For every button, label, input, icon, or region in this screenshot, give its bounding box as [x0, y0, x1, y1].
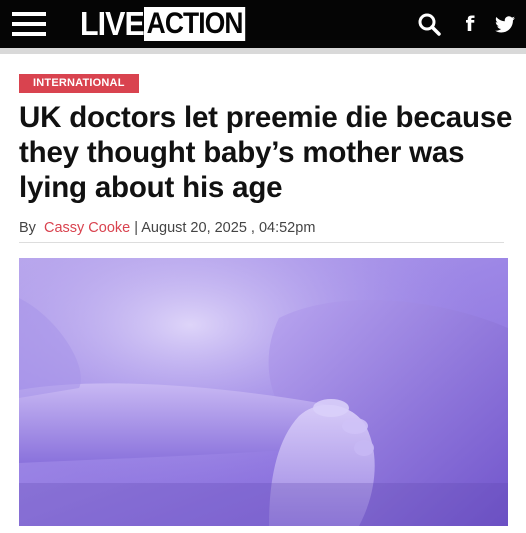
article-title: UK doctors let preemie die because they …	[19, 101, 513, 204]
twitter-icon[interactable]	[493, 10, 517, 38]
byline-divider	[19, 242, 504, 243]
publish-date: August 20, 2025 , 04:52pm	[141, 220, 316, 236]
category-tag[interactable]: INTERNATIONAL	[19, 74, 139, 93]
header-divider	[0, 48, 526, 54]
byline-prefix: By	[19, 220, 36, 236]
logo-live-text: LIVE	[80, 5, 145, 42]
logo-action-text: ACTION	[144, 7, 246, 41]
top-navigation-bar: LIVE ACTION f	[0, 0, 526, 48]
byline: By Cassy Cooke | August 20, 2025 , 04:52…	[19, 218, 315, 238]
facebook-icon[interactable]: f	[460, 10, 480, 38]
hamburger-icon[interactable]	[12, 12, 46, 36]
author-link[interactable]: Cassy Cooke	[44, 220, 130, 236]
hero-image	[19, 258, 508, 526]
search-icon[interactable]	[415, 10, 443, 38]
byline-separator: |	[134, 220, 139, 236]
site-logo[interactable]: LIVE ACTION	[80, 7, 259, 41]
